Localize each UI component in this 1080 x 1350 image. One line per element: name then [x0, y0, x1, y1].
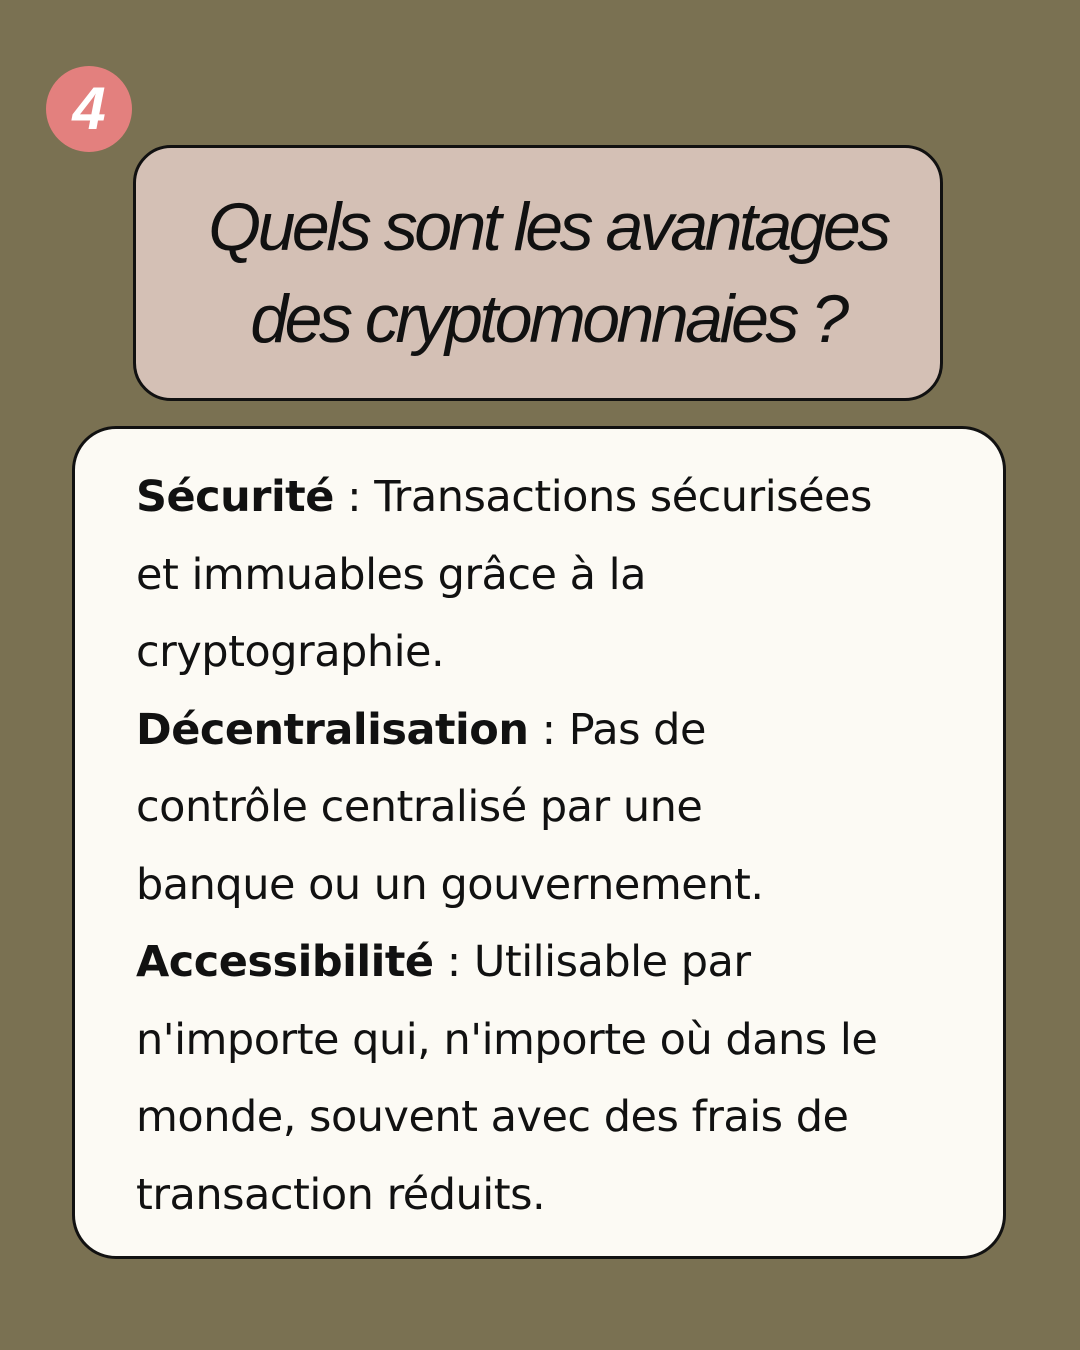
- question-title: Quels sont les avantages des cryptomonna…: [188, 181, 891, 365]
- question-box: Quels sont les avantages des cryptomonna…: [133, 145, 943, 401]
- advantage-security-first-line: Sécurité : Transactions sécurisées: [136, 459, 973, 537]
- advantage-accessibility-text-1: : Utilisable par: [433, 937, 751, 987]
- advantage-decentralization-first-line: Décentralisation : Pas de: [136, 692, 973, 770]
- advantages-text: Sécurité : Transactions sécurisées et im…: [136, 459, 973, 1234]
- advantage-accessibility-text-2: n'importe qui, n'importe où dans le: [136, 1014, 878, 1065]
- advantage-security-text-2: et immuables grâce à la: [136, 549, 646, 600]
- advantage-term-security: Sécurité: [136, 472, 334, 522]
- step-number-badge: 4: [46, 66, 132, 152]
- advantage-term-accessibility: Accessibilité: [136, 937, 434, 987]
- advantage-accessibility-first-line: Accessibilité : Utilisable par: [136, 924, 973, 1002]
- advantage-security-text-1: : Transactions sécurisées: [333, 472, 872, 522]
- advantage-decentralization-text-3: banque ou un gouvernement.: [136, 859, 764, 910]
- advantage-decentralization-text-1: : Pas de: [528, 704, 707, 755]
- advantage-term-decentralization: Décentralisation: [136, 704, 529, 755]
- advantage-accessibility-text-3: monde, souvent avec des frais de: [136, 1092, 849, 1142]
- advantage-security-text-3: cryptographie.: [136, 627, 445, 677]
- advantage-decentralization-text-2: contrôle centralisé par une: [136, 782, 703, 832]
- answer-card: Sécurité : Transactions sécurisées et im…: [72, 426, 1006, 1259]
- question-line-1: Quels sont les avantages: [208, 189, 891, 265]
- advantage-accessibility-text-4: transaction réduits.: [136, 1169, 546, 1220]
- question-line-2: des cryptomonnaies ?: [250, 281, 849, 357]
